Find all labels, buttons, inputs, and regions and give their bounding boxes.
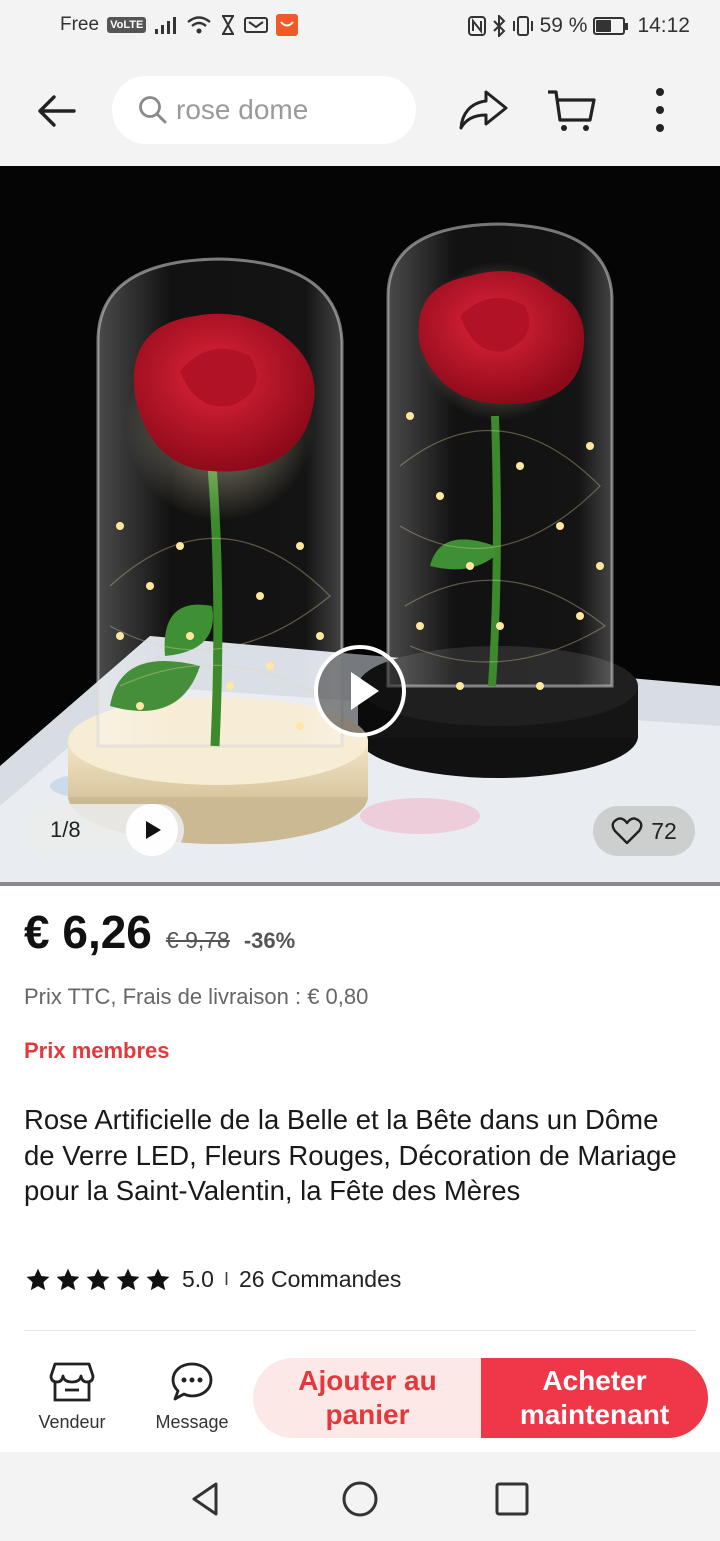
fairy-light-dot [586, 442, 594, 450]
rating-stars [24, 1267, 172, 1293]
battery-icon [593, 17, 629, 35]
current-price: € 6,26 [24, 906, 152, 958]
top-navigation: rose dome [0, 56, 720, 166]
back-button[interactable] [28, 86, 84, 136]
system-back-icon[interactable] [186, 1479, 226, 1519]
store-icon [49, 1362, 95, 1402]
search-input[interactable]: rose dome [112, 76, 416, 144]
fairy-light-dot [146, 582, 154, 590]
seller-label: Vendeur [38, 1412, 106, 1432]
clock: 14:12 [637, 14, 690, 37]
price-row: € 6,26 € 9,78 -36% [24, 905, 295, 959]
fairy-light-dot [406, 412, 414, 420]
cart-button[interactable] [544, 84, 600, 136]
orders-count: 26 Commandes [239, 1266, 402, 1292]
fairy-light-dot [516, 462, 524, 470]
fairy-light-dot [186, 632, 194, 640]
notification-icon [244, 17, 269, 33]
fairy-light-dot [226, 682, 234, 690]
system-home-icon[interactable] [340, 1479, 380, 1519]
heart-icon [611, 817, 643, 845]
status-left: Free VoLTE [60, 14, 299, 36]
play-video-button[interactable] [313, 644, 407, 738]
seller-button[interactable]: Vendeur [22, 1360, 122, 1440]
star-icon [116, 1268, 140, 1290]
share-icon [459, 90, 508, 130]
fairy-light-dot [116, 632, 124, 640]
fairy-light-dot [536, 682, 544, 690]
fairy-light-dot [496, 622, 504, 630]
app-notification-icon [276, 14, 299, 36]
fairy-light-dot [556, 522, 564, 530]
star-icon [86, 1268, 110, 1290]
star-icon [26, 1268, 50, 1290]
bluetooth-icon [492, 15, 505, 37]
nfc-icon [467, 16, 486, 36]
cart-icon [548, 90, 596, 131]
member-price-label[interactable]: Prix membres [24, 1038, 170, 1064]
fairy-light-dot [466, 562, 474, 570]
system-recents-icon[interactable] [492, 1479, 532, 1519]
more-vertical-icon [656, 88, 664, 132]
fairy-light-dot [416, 622, 424, 630]
discount-badge: -36% [243, 928, 296, 953]
message-label: Message [155, 1412, 229, 1432]
section-divider [24, 1330, 696, 1331]
signal-icon [155, 17, 177, 34]
star-icon [56, 1268, 80, 1290]
star-icon [146, 1268, 170, 1290]
fairy-light-dot [116, 522, 124, 530]
carrier-name: Free [60, 14, 100, 35]
chat-bubble-icon [171, 1362, 213, 1401]
status-bar: Free VoLTE 59 % 14:12 [0, 0, 720, 56]
original-price: € 9,78 [165, 927, 230, 953]
image-counter[interactable]: 1/8 [26, 804, 184, 856]
rating-separator: I [223, 1269, 229, 1289]
vibrate-icon [512, 16, 533, 36]
message-button[interactable]: Message [142, 1360, 242, 1440]
fairy-light-dot [256, 592, 264, 600]
fairy-light-dot [296, 542, 304, 550]
search-placeholder: rose dome [176, 94, 309, 125]
play-icon [146, 821, 161, 839]
video-play-small-button[interactable] [126, 804, 178, 856]
product-photo [0, 166, 720, 884]
image-index: 1/8 [50, 817, 81, 842]
product-image-gallery[interactable] [0, 166, 720, 884]
buy-now-button[interactable]: Acheter maintenant [481, 1358, 708, 1438]
fairy-light-dot [136, 702, 144, 710]
product-title: Rose Artificielle de la Belle et la Bête… [24, 1104, 677, 1206]
fairy-light-dot [296, 722, 304, 730]
bottom-action-bar: Vendeur Message Ajouter au panier Achete… [0, 1340, 720, 1452]
battery-percent: 59 % [539, 14, 588, 37]
hourglass-icon [222, 15, 235, 35]
system-navigation-bar [0, 1452, 720, 1541]
volte-badge: VoLTE [107, 17, 147, 33]
fairy-light-dot [316, 632, 324, 640]
rating-value: 5.0 [182, 1266, 214, 1292]
fairy-light-dot [266, 662, 274, 670]
image-divider [0, 882, 720, 886]
search-icon [139, 96, 167, 124]
fairy-light-dot [596, 562, 604, 570]
fairy-light-dot [436, 492, 444, 500]
wishlist-count: 72 [651, 817, 677, 844]
more-options-button[interactable] [640, 82, 680, 138]
back-arrow-icon [38, 95, 76, 127]
wishlist-button[interactable]: 72 [593, 806, 695, 856]
shipping-info: Prix TTC, Frais de livraison : € 0,80 [24, 984, 369, 1009]
status-right: 59 % 14:12 [467, 14, 690, 38]
add-to-cart-button[interactable]: Ajouter au panier [253, 1358, 482, 1438]
fairy-light-dot [456, 682, 464, 690]
fairy-light-dot [576, 612, 584, 620]
battery-fill [596, 20, 612, 32]
rating-row[interactable]: 5.0 I 26 Commandes [24, 1266, 401, 1293]
share-button[interactable] [456, 84, 512, 136]
wifi-icon [187, 16, 212, 34]
